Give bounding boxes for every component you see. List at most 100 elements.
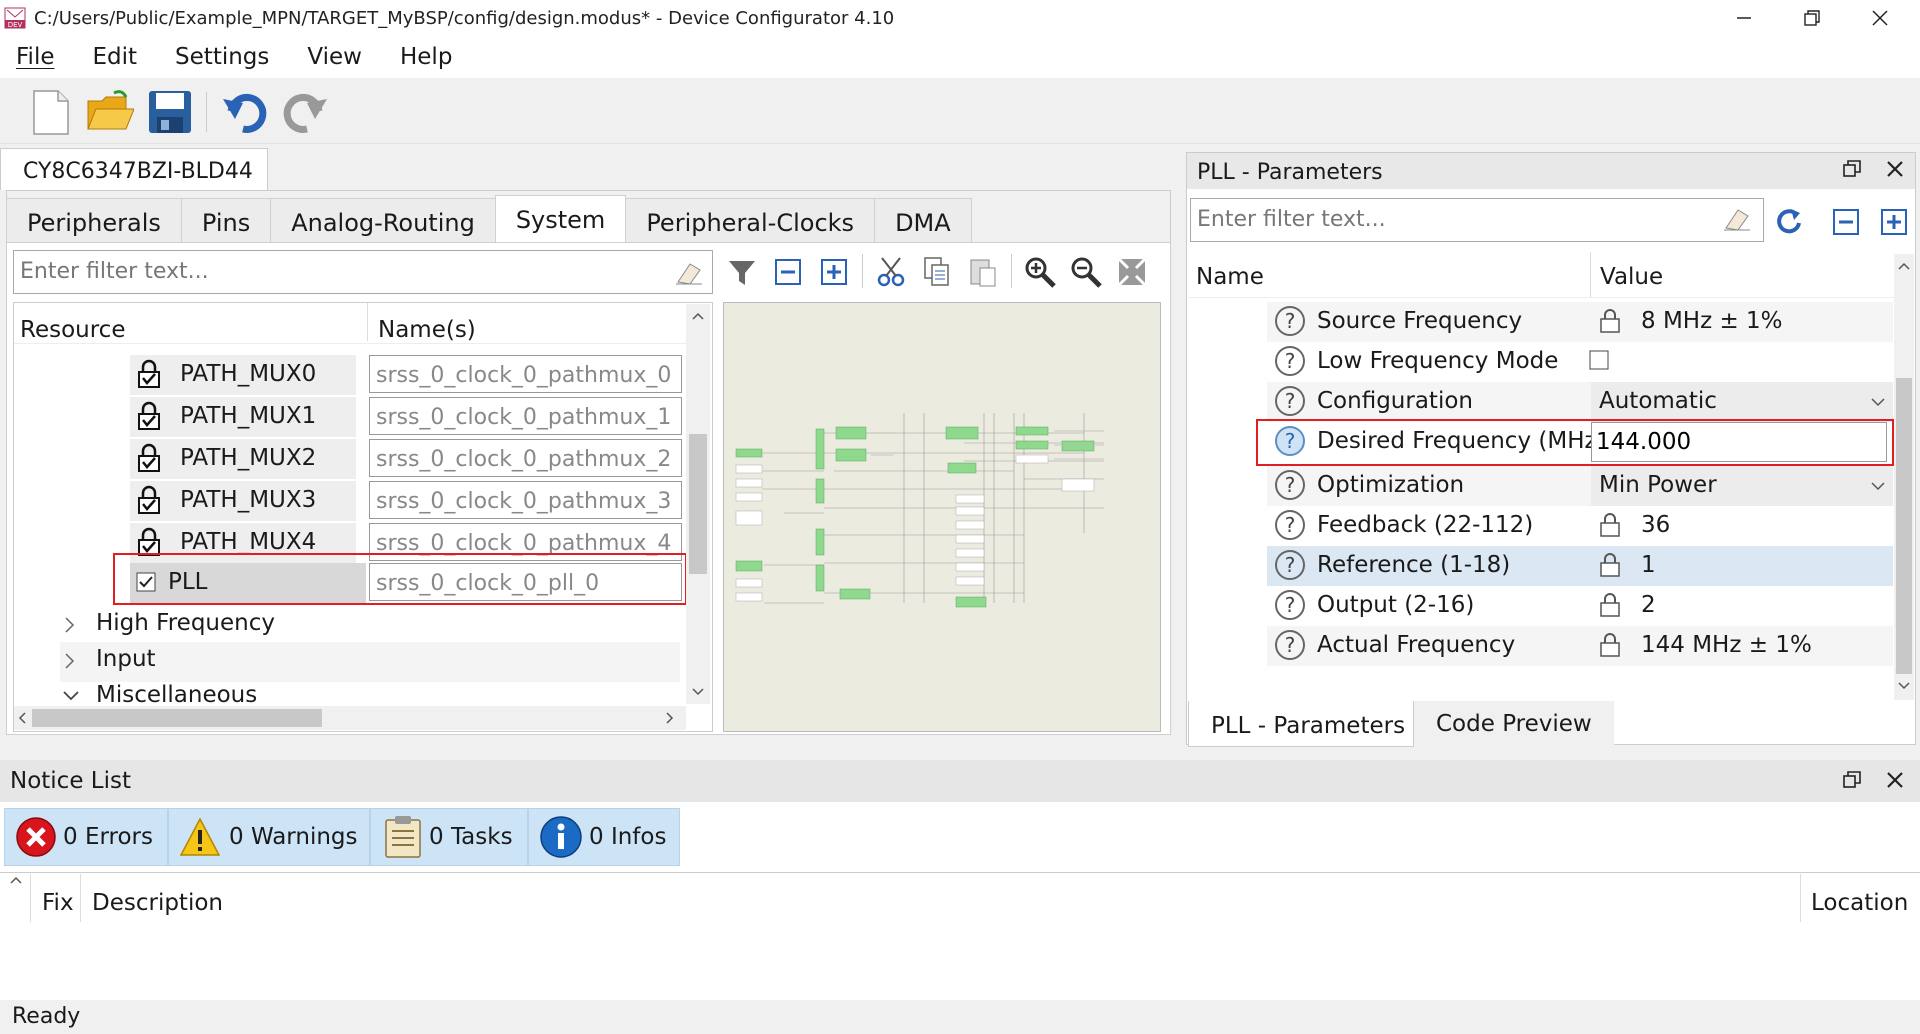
collapse-all-button[interactable] [770,254,806,290]
close-panel-icon[interactable] [1886,160,1904,178]
col-fix[interactable]: Fix [42,890,74,916]
param-row-actual-frequency[interactable]: ? Actual Frequency 144 MHz ± 1% [1267,626,1893,666]
col-resource[interactable]: Resource [20,317,125,343]
col-names[interactable]: Name(s) [378,317,476,343]
open-folder-button[interactable] [84,86,136,138]
tab-peripherals[interactable]: Peripherals [6,198,182,242]
tree-row-path-mux1[interactable]: PATH_MUX1 [130,397,356,437]
chevron-right-icon[interactable] [64,616,76,634]
param-row-output[interactable]: ? Output (2-16) 2 [1267,586,1893,626]
zoom-out-button[interactable] [1068,254,1104,290]
notice-tasks-filter[interactable]: 0 Tasks [370,808,528,866]
scroll-thumb[interactable] [32,709,322,727]
tree-group-high-frequency[interactable]: High Frequency [60,606,680,646]
help-icon[interactable]: ? [1275,550,1305,580]
undo-button[interactable] [218,86,270,138]
menu-view[interactable]: View [307,44,362,70]
resource-filter-input[interactable]: Enter filter text... [13,250,713,294]
configuration-dropdown[interactable]: Automatic [1591,382,1893,422]
parameters-filter-input[interactable]: Enter filter text... [1190,198,1764,242]
zoom-fit-button[interactable] [1114,254,1150,290]
copy-button[interactable] [919,254,955,290]
notice-infos-filter[interactable]: 0 Infos [528,808,680,866]
param-row-reference[interactable]: ? Reference (1-18) 1 [1267,546,1893,586]
notice-errors-filter[interactable]: 0 Errors [4,808,168,866]
tab-code-preview[interactable]: Code Preview [1414,701,1614,747]
clock-diagram[interactable] [723,302,1161,732]
minimize-button[interactable] [1716,0,1772,36]
tree-row-path-mux3[interactable]: PATH_MUX3 [130,481,356,521]
scroll-up-icon[interactable] [10,876,22,884]
tab-peripheral-clocks[interactable]: Peripheral-Clocks [625,198,876,242]
help-icon[interactable]: ? [1275,306,1305,336]
refresh-icon[interactable] [1774,206,1804,236]
clear-filter-icon[interactable] [1722,206,1752,232]
parameters-scrollbar[interactable] [1894,254,1914,700]
col-value[interactable]: Value [1600,264,1663,290]
cut-button[interactable] [873,254,909,290]
help-icon[interactable]: ? [1275,346,1305,376]
scroll-thumb[interactable] [1896,378,1912,674]
optimization-dropdown[interactable]: Min Power [1591,466,1893,506]
save-button[interactable] [144,86,196,138]
zoom-in-button[interactable] [1022,254,1058,290]
restore-button[interactable] [1784,0,1840,36]
menu-file[interactable]: File [16,44,55,70]
scroll-up-icon[interactable] [1898,262,1910,270]
scroll-right-icon[interactable] [666,712,674,724]
tree-row-path-mux0[interactable]: PATH_MUX0 [130,355,356,395]
scroll-up-icon[interactable] [692,312,704,320]
tree-group-input[interactable]: Input [60,642,680,682]
menu-settings[interactable]: Settings [175,44,269,70]
resource-name-field[interactable]: srss_0_clock_0_pathmux_0 [369,355,682,393]
col-location[interactable]: Location [1811,890,1908,916]
notice-warnings-filter[interactable]: 0 Warnings [168,808,370,866]
float-panel-icon[interactable] [1843,160,1861,178]
status-text: Ready [12,1004,81,1029]
scroll-thumb[interactable] [689,434,707,574]
tab-analog-routing[interactable]: Analog-Routing [270,198,496,242]
redo-button[interactable] [280,86,332,138]
clear-filter-icon[interactable] [674,260,704,286]
param-row-configuration[interactable]: ? Configuration Automatic [1267,382,1893,422]
expand-icon[interactable] [1880,208,1908,236]
param-row-source-frequency[interactable]: ? Source Frequency 8 MHz ± 1% [1267,302,1893,342]
scroll-down-icon[interactable] [1898,682,1910,690]
tab-pll-parameters[interactable]: PLL - Parameters [1188,701,1414,747]
param-row-feedback[interactable]: ? Feedback (22-112) 36 [1267,506,1893,546]
col-name[interactable]: Name [1196,264,1264,290]
collapse-icon[interactable] [1832,208,1860,236]
tab-dma[interactable]: DMA [874,198,972,242]
resource-name-field[interactable]: srss_0_clock_0_pathmux_2 [369,439,682,477]
expand-all-button[interactable] [816,254,852,290]
help-icon[interactable]: ? [1275,630,1305,660]
device-tab[interactable]: CY8C6347BZI-BLD44 [0,148,268,190]
help-icon[interactable]: ? [1275,510,1305,540]
menu-edit[interactable]: Edit [93,44,138,70]
close-window-button[interactable] [1852,0,1908,36]
chevron-right-icon[interactable] [64,652,76,670]
tree-vertical-scrollbar[interactable] [686,304,710,704]
scroll-left-icon[interactable] [18,712,26,724]
param-row-low-frequency-mode[interactable]: ? Low Frequency Mode [1267,342,1893,382]
resource-name-field[interactable]: srss_0_clock_0_pathmux_3 [369,481,682,519]
menu-help[interactable]: Help [400,44,452,70]
param-row-optimization[interactable]: ? Optimization Min Power [1267,466,1893,506]
tab-pins[interactable]: Pins [180,198,272,242]
paste-button[interactable] [965,254,1001,290]
new-file-button[interactable] [24,86,76,138]
help-icon[interactable]: ? [1275,470,1305,500]
resource-name-field[interactable]: srss_0_clock_0_pathmux_1 [369,397,682,435]
help-icon[interactable]: ? [1275,590,1305,620]
scroll-down-icon[interactable] [692,688,704,696]
tab-system[interactable]: System [494,195,627,242]
float-panel-icon[interactable] [1843,771,1861,789]
tree-row-path-mux2[interactable]: PATH_MUX2 [130,439,356,479]
close-panel-icon[interactable] [1886,771,1904,789]
col-description[interactable]: Description [92,890,223,916]
low-frequency-checkbox[interactable] [1589,350,1609,370]
filter-button[interactable] [724,254,760,290]
tree-horizontal-scrollbar[interactable] [14,706,686,730]
help-icon[interactable]: ? [1275,386,1305,416]
chevron-down-icon[interactable] [62,690,80,702]
